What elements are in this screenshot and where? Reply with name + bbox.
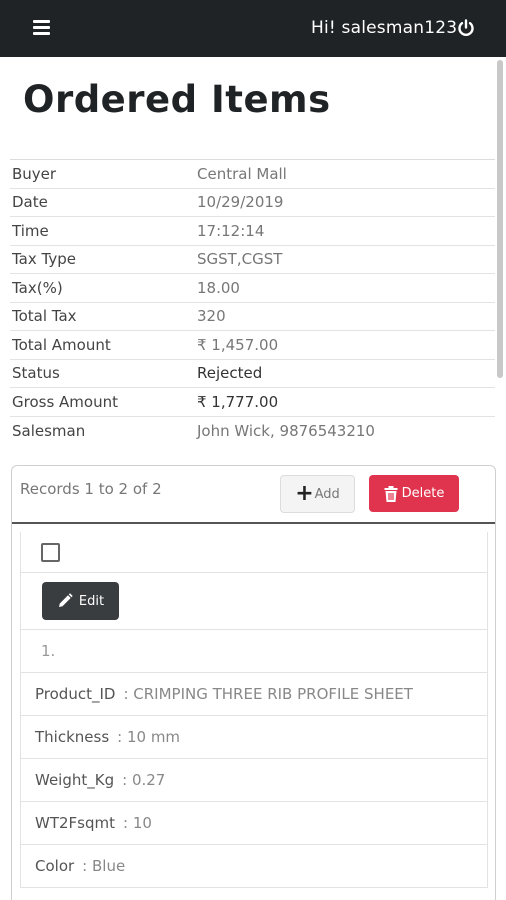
info-value: 18.00: [197, 278, 240, 297]
info-value: Central Mall: [197, 164, 287, 183]
info-row-total-amount: Total Amount ₹ 1,457.00: [10, 331, 495, 360]
info-row-time: Time 17:12:14: [10, 217, 495, 246]
field-row-weight: Weight_Kg : 0.27: [21, 759, 487, 802]
field-value: : Blue: [82, 857, 126, 875]
info-value: 17:12:14: [197, 221, 265, 240]
records-panel: Records 1 to 2 of 2 + Add Delete Edit 1.…: [11, 465, 496, 900]
info-value: ₹ 1,457.00: [197, 335, 279, 354]
field-value: : 10: [123, 814, 152, 832]
edit-button-label: Edit: [78, 593, 105, 609]
status-value: Rejected: [197, 364, 263, 383]
delete-button-label: Delete: [401, 486, 445, 501]
info-row-salesman: Salesman John Wick, 9876543210: [10, 417, 495, 446]
info-value: ₹ 1,777.00: [197, 392, 279, 411]
info-label: Gross Amount: [12, 392, 118, 411]
plus-icon: +: [295, 481, 314, 506]
records-toolbar: Records 1 to 2 of 2 + Add Delete: [12, 466, 495, 524]
info-row-total-tax: Total Tax 320: [10, 303, 495, 331]
info-label: Salesman: [12, 421, 86, 440]
info-row-gross-amount: Gross Amount ₹ 1,777.00: [10, 388, 495, 417]
info-value: SGST,CGST: [197, 250, 283, 269]
field-key: Product_ID: [35, 685, 116, 703]
scrollbar[interactable]: [497, 60, 503, 378]
add-button-label: Add: [314, 486, 340, 502]
hamburger-menu-icon[interactable]: [33, 20, 50, 35]
edit-row: Edit: [21, 573, 487, 630]
info-row-date: Date 10/29/2019: [10, 189, 495, 217]
info-label: Buyer: [12, 164, 57, 183]
field-row-color: Color : Blue: [21, 845, 487, 888]
pencil-icon: [58, 593, 73, 607]
info-value: John Wick, 9876543210: [197, 421, 375, 440]
add-button[interactable]: + Add: [280, 475, 355, 513]
info-row-tax-percent: Tax(%) 18.00: [10, 274, 495, 303]
page-title: Ordered Items: [23, 78, 331, 121]
records-summary: Records 1 to 2 of 2: [20, 480, 162, 498]
info-row-status: Status Rejected: [10, 360, 495, 388]
info-value: 320: [197, 307, 226, 326]
info-label: Tax Type: [12, 250, 76, 269]
info-label: Time: [12, 221, 49, 240]
select-checkbox[interactable]: [41, 542, 60, 562]
info-row-tax-type: Tax Type SGST,CGST: [10, 246, 495, 274]
item-number: 1.: [21, 630, 487, 673]
top-bar: Hi! salesman123: [0, 0, 506, 57]
order-info-table: Buyer Central Mall Date 10/29/2019 Time …: [10, 159, 495, 445]
info-label: Tax(%): [12, 278, 63, 297]
field-row-product-id: Product_ID : CRIMPING THREE RIB PROFILE …: [21, 673, 487, 716]
field-row-wt2fsqmt: WT2Fsqmt : 10: [21, 802, 487, 845]
info-value: 10/29/2019: [197, 193, 284, 212]
field-value: : CRIMPING THREE RIB PROFILE SHEET: [123, 685, 413, 703]
info-label: Total Amount: [12, 335, 111, 354]
delete-button[interactable]: Delete: [369, 475, 459, 512]
greeting-text: Hi! salesman123: [311, 18, 458, 38]
field-key: Color: [35, 857, 75, 875]
info-label: Total Tax: [12, 307, 77, 326]
select-row: [21, 532, 487, 573]
field-value: : 10 mm: [117, 728, 181, 746]
trash-icon: [384, 485, 398, 502]
info-row-buyer: Buyer Central Mall: [10, 160, 495, 189]
info-label: Date: [12, 193, 48, 212]
edit-button[interactable]: Edit: [42, 582, 119, 620]
field-key: WT2Fsqmt: [35, 814, 115, 832]
record-list: Edit 1. Product_ID : CRIMPING THREE RIB …: [20, 532, 488, 888]
power-icon[interactable]: [457, 19, 475, 37]
field-key: Thickness: [35, 728, 110, 746]
field-row-thickness: Thickness : 10 mm: [21, 716, 487, 759]
field-value: : 0.27: [122, 771, 166, 789]
info-label: Status: [12, 364, 60, 383]
field-key: Weight_Kg: [35, 771, 115, 789]
